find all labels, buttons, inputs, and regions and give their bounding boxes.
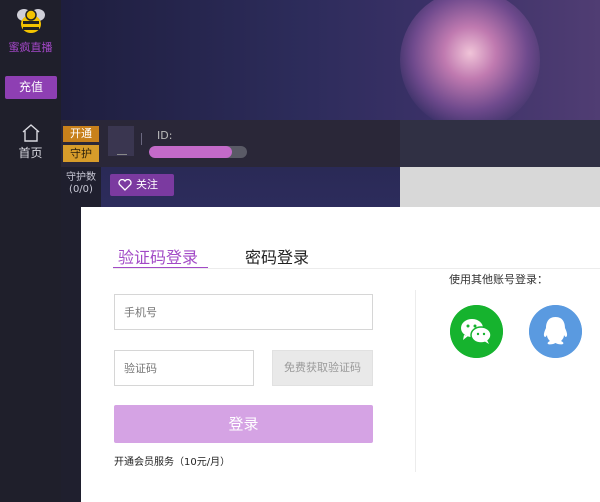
wechat-icon[interactable] bbox=[450, 305, 503, 358]
level-progress-bar bbox=[149, 146, 247, 158]
level-progress-fill bbox=[149, 146, 233, 158]
banner-art bbox=[400, 0, 540, 120]
guard-count-label: 守护数 bbox=[66, 172, 96, 183]
login-divider bbox=[415, 290, 416, 472]
room-id-label: ID: bbox=[157, 129, 173, 142]
guard-badge[interactable]: 守护 bbox=[63, 145, 99, 162]
room-info-bar-right bbox=[400, 120, 600, 167]
nav-item-home[interactable]: 首页 bbox=[0, 144, 61, 161]
login-button[interactable]: 登录 bbox=[114, 405, 373, 443]
tab-password-login[interactable]: 密码登录 bbox=[245, 244, 309, 268]
sidebar: 蜜疯直播 充值 首页 bbox=[0, 0, 61, 502]
recharge-button[interactable]: 充值 bbox=[5, 76, 57, 99]
phone-input[interactable] bbox=[114, 294, 373, 330]
brand-name: 蜜疯直播 bbox=[8, 41, 53, 54]
guard-count-value: (0/0) bbox=[69, 184, 93, 195]
top-banner bbox=[61, 0, 600, 120]
verification-code-input[interactable] bbox=[114, 350, 254, 386]
bee-logo-icon[interactable] bbox=[14, 6, 48, 36]
other-login-title: 使用其他账号登录： bbox=[449, 273, 548, 286]
tab-divider bbox=[113, 268, 600, 269]
tab-sms-login[interactable]: 验证码登录 bbox=[118, 244, 198, 268]
membership-link[interactable]: 开通会员服务（10元/月） bbox=[114, 453, 230, 468]
divider bbox=[141, 133, 142, 145]
qq-icon[interactable] bbox=[529, 305, 582, 358]
get-code-button[interactable]: 免费获取验证码 bbox=[272, 350, 373, 386]
avatar[interactable] bbox=[108, 126, 134, 156]
heart-icon bbox=[118, 179, 132, 191]
home-icon[interactable] bbox=[21, 124, 41, 142]
open-guard-button[interactable]: 开通 bbox=[63, 126, 99, 142]
avatar-underline bbox=[117, 154, 127, 155]
